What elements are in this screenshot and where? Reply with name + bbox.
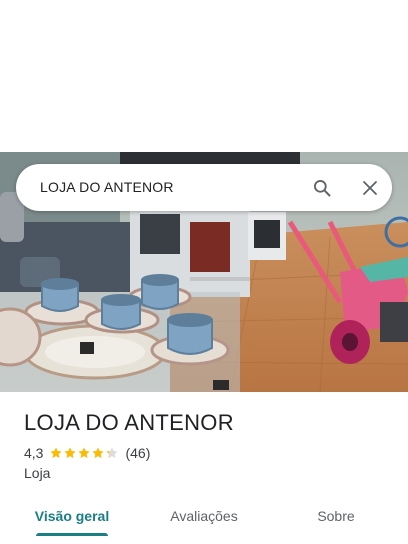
- star-rating: [49, 446, 119, 460]
- star-icon: [106, 447, 119, 459]
- place-category[interactable]: Loja: [24, 465, 50, 481]
- star-icon: [50, 447, 63, 459]
- clear-search-button[interactable]: [356, 174, 384, 202]
- star-icon: [64, 447, 77, 459]
- search-bar[interactable]: LOJA DO ANTENOR: [16, 164, 392, 211]
- search-query-text[interactable]: LOJA DO ANTENOR: [40, 179, 174, 195]
- map-blank-area: [0, 0, 408, 152]
- star-icon: [78, 447, 91, 459]
- rating-value: 4,3: [24, 445, 44, 461]
- review-count[interactable]: (46): [125, 445, 150, 461]
- search-button[interactable]: [308, 174, 336, 202]
- tab-overview[interactable]: Visão geral: [24, 496, 120, 536]
- place-name: LOJA DO ANTENOR: [24, 410, 234, 435]
- tab-about[interactable]: Sobre: [288, 496, 384, 536]
- search-icon: [314, 180, 331, 197]
- close-icon: [363, 181, 377, 195]
- place-tabs: Visão geral Avaliações Sobre: [0, 496, 408, 536]
- rating-row[interactable]: 4,3 (46): [24, 444, 150, 462]
- star-icon: [92, 447, 105, 459]
- active-tab-indicator: [36, 533, 108, 536]
- tab-reviews[interactable]: Avaliações: [156, 496, 252, 536]
